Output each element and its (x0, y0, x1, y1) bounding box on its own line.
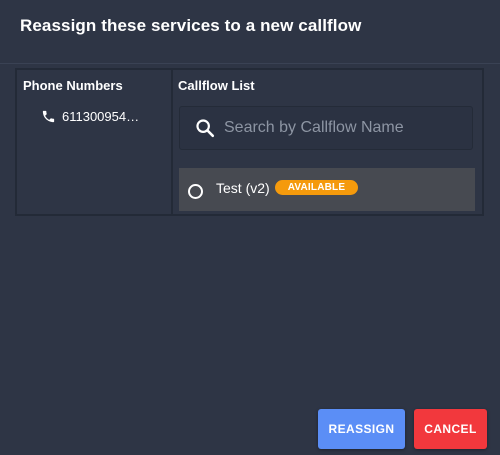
search-input[interactable] (224, 119, 454, 137)
divider (0, 63, 500, 64)
reassign-button[interactable]: REASSIGN (318, 409, 405, 449)
status-badge: AVAILABLE (274, 180, 359, 195)
search-box[interactable] (179, 106, 473, 150)
radio-button[interactable] (188, 184, 203, 199)
phone-number-item: 611300954… (41, 109, 165, 124)
phone-number-text: 611300954… (62, 109, 140, 124)
dialog-title: Reassign these services to a new callflo… (20, 16, 362, 35)
reassign-dialog: Reassign these services to a new callflo… (0, 0, 500, 455)
phone-icon (41, 109, 56, 124)
phone-numbers-column: Phone Numbers 611300954… (17, 70, 173, 214)
phone-numbers-header: Phone Numbers (23, 78, 123, 93)
callflow-list-column: Callflow List Test (v2) AVAILABLE (173, 70, 482, 214)
search-icon (194, 117, 216, 139)
callflow-name: Test (v2) (216, 179, 270, 196)
callflow-list-header: Callflow List (178, 78, 255, 93)
reassign-grid: Phone Numbers 611300954… Callflow List S… (15, 68, 484, 216)
callflow-list-item[interactable]: Test (v2) AVAILABLE (179, 168, 475, 211)
cancel-button[interactable]: CANCEL (414, 409, 487, 449)
